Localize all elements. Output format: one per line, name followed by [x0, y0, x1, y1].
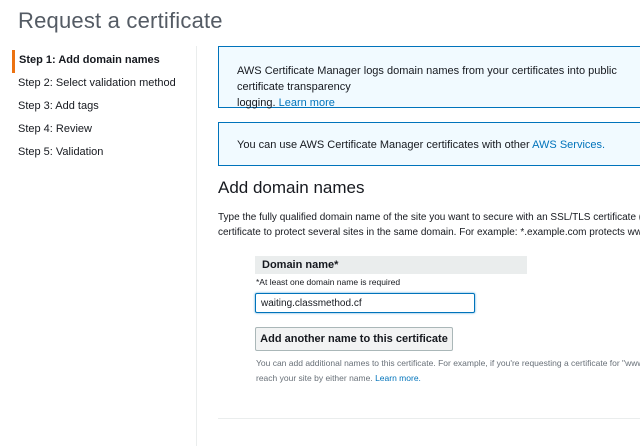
info-box-logging: AWS Certificate Manager logs domain name…	[218, 46, 640, 109]
learn-more-link[interactable]: Learn more	[279, 97, 335, 109]
intro-line-1: Type the fully qualified domain name of …	[218, 212, 640, 223]
help-learn-more-link[interactable]: Learn more.	[375, 373, 421, 383]
info-services-text: You can use AWS Certificate Manager cert…	[237, 139, 530, 151]
step-select-validation-method[interactable]: Step 2: Select validation method	[12, 73, 202, 96]
intro-line-2: certificate to protect several sites in …	[218, 227, 640, 238]
domain-name-input[interactable]	[255, 293, 475, 313]
section-divider	[218, 418, 640, 419]
step-add-tags[interactable]: Step 3: Add tags	[12, 96, 202, 119]
help-line-1: You can add additional names to this cer…	[256, 358, 640, 368]
step-validation[interactable]: Step 5: Validation	[12, 142, 202, 165]
wizard-steps: Step 1: Add domain names Step 2: Select …	[12, 50, 202, 165]
sidebar-divider	[196, 46, 197, 446]
domain-name-hint: *At least one domain name is required	[256, 277, 401, 287]
step-review[interactable]: Step 4: Review	[12, 119, 202, 142]
help-line-2-text: reach your site by either name.	[256, 373, 373, 383]
section-title: Add domain names	[218, 178, 365, 197]
section-intro: Type the fully qualified domain name of …	[218, 210, 640, 240]
info-logging-text-2: logging.	[237, 97, 276, 109]
aws-services-link[interactable]: AWS Services.	[532, 139, 605, 151]
info-logging-text: AWS Certificate Manager logs domain name…	[237, 65, 617, 93]
page-title: Request a certificate	[18, 8, 223, 33]
help-line-2: reach your site by either name. Learn mo…	[256, 371, 640, 386]
domain-name-label: Domain name*	[255, 256, 527, 274]
step-add-domain-names[interactable]: Step 1: Add domain names	[12, 50, 202, 73]
add-another-name-button[interactable]: Add another name to this certificate	[255, 327, 453, 351]
info-box-services: You can use AWS Certificate Manager cert…	[218, 122, 640, 166]
help-text: You can add additional names to this cer…	[256, 356, 640, 386]
